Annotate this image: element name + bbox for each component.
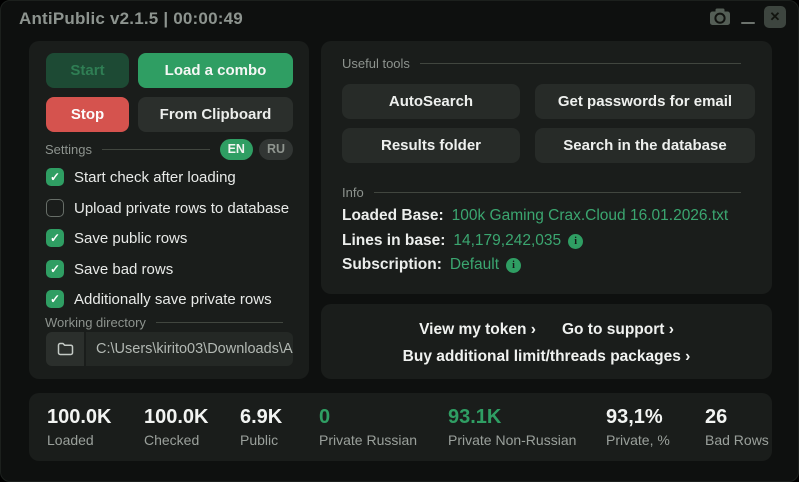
app-window: AntiPublic v2.1.5 | 00:00:49 ✕ Start Loa… [0, 0, 799, 482]
lines-in-base-label: Lines in base: [342, 232, 445, 250]
close-icon[interactable]: ✕ [764, 6, 786, 28]
checkbox-upload-private-rows[interactable]: Upload private rows to database [46, 197, 297, 219]
links-row: Buy additional limit/threads packages › [321, 348, 772, 366]
working-directory-header: Working directory [29, 313, 309, 331]
stat-loaded: 100.0K Loaded [47, 405, 112, 448]
divider [102, 149, 210, 150]
info-header: Info [321, 183, 772, 201]
links-row: View my token › Go to support › [321, 321, 772, 339]
divider [156, 322, 283, 323]
settings-label: Settings [45, 142, 92, 157]
stat-value: 26 [705, 405, 769, 429]
start-button[interactable]: Start [46, 53, 129, 88]
settings-header: Settings EN RU [29, 138, 309, 160]
stat-value: 93.1K [448, 405, 576, 429]
links-panel: View my token › Go to support › Buy addi… [321, 304, 772, 379]
stat-label: Private, % [606, 432, 670, 448]
stat-value: 6.9K [240, 405, 282, 429]
stat-label: Loaded [47, 432, 112, 448]
useful-tools-header: Useful tools [321, 54, 772, 72]
stat-public: 6.9K Public [240, 405, 282, 448]
results-folder-button[interactable]: Results folder [342, 128, 520, 163]
checkbox-save-public-rows[interactable]: ✓ Save public rows [46, 227, 297, 249]
stat-private-non-russian: 93.1K Private Non-Russian [448, 405, 576, 448]
loaded-base-row: Loaded Base: 100k Gaming Crax.Cloud 16.0… [342, 205, 756, 227]
lines-in-base-value: 14,179,242,035 [453, 232, 561, 250]
language-toggle-ru[interactable]: RU [259, 139, 293, 160]
subscription-label: Subscription: [342, 256, 442, 274]
search-database-button[interactable]: Search in the database [535, 128, 755, 163]
info-icon[interactable]: i [568, 234, 583, 249]
stat-value: 100.0K [47, 405, 112, 429]
from-clipboard-button[interactable]: From Clipboard [138, 97, 293, 132]
checkbox-icon[interactable]: ✓ [46, 168, 64, 186]
loaded-base-label: Loaded Base: [342, 207, 444, 225]
checkbox-icon[interactable] [46, 199, 64, 217]
stat-private-russian: 0 Private Russian [319, 405, 417, 448]
checkbox-label: Save public rows [74, 230, 187, 247]
stat-value: 0 [319, 405, 417, 429]
checkbox-save-bad-rows[interactable]: ✓ Save bad rows [46, 258, 297, 280]
working-directory-input[interactable]: C:\Users\kirito03\Downloads\An... [86, 332, 293, 366]
go-to-support-link[interactable]: Go to support › [562, 321, 674, 339]
get-passwords-button[interactable]: Get passwords for email [535, 84, 755, 119]
folder-browse-button[interactable] [46, 332, 84, 366]
folder-icon [57, 342, 74, 356]
loaded-base-value: 100k Gaming Crax.Cloud 16.01.2026.txt [452, 207, 729, 225]
stat-value: 100.0K [144, 405, 209, 429]
stat-checked: 100.0K Checked [144, 405, 209, 448]
control-panel: Start Load a combo Stop From Clipboard S… [29, 41, 309, 379]
minimize-icon[interactable] [741, 6, 755, 28]
stat-value: 93,1% [606, 405, 670, 429]
buy-packages-link[interactable]: Buy additional limit/threads packages › [403, 348, 691, 366]
stats-panel: 100.0K Loaded 100.0K Checked 6.9K Public… [29, 393, 772, 461]
autosearch-button[interactable]: AutoSearch [342, 84, 520, 119]
info-label: Info [342, 185, 364, 200]
stat-bad-rows: 26 Bad Rows [705, 405, 769, 448]
language-toggle-en[interactable]: EN [220, 139, 253, 160]
load-combo-button[interactable]: Load a combo [138, 53, 293, 88]
subscription-row: Subscription: Default i [342, 254, 756, 276]
stat-label: Bad Rows [705, 432, 769, 448]
divider [374, 192, 741, 193]
stat-label: Private Russian [319, 432, 417, 448]
divider [420, 63, 741, 64]
info-icon[interactable]: i [506, 258, 521, 273]
checkbox-additionally-save-private-rows[interactable]: ✓ Additionally save private rows [46, 288, 297, 310]
useful-tools-label: Useful tools [342, 56, 410, 71]
checkbox-icon[interactable]: ✓ [46, 290, 64, 308]
working-directory-label: Working directory [45, 315, 146, 330]
titlebar-controls: ✕ [708, 6, 786, 28]
view-my-token-link[interactable]: View my token › [419, 321, 536, 339]
titlebar: AntiPublic v2.1.5 | 00:00:49 ✕ [1, 1, 798, 35]
stat-label: Public [240, 432, 282, 448]
checkbox-icon[interactable]: ✓ [46, 260, 64, 278]
tools-info-panel: Useful tools AutoSearch Get passwords fo… [321, 41, 772, 294]
subscription-value: Default [450, 256, 499, 274]
checkbox-label: Save bad rows [74, 261, 173, 278]
stat-label: Private Non-Russian [448, 432, 576, 448]
lines-in-base-row: Lines in base: 14,179,242,035 i [342, 230, 756, 252]
checkbox-label: Additionally save private rows [74, 291, 272, 308]
checkbox-start-check-after-loading[interactable]: ✓ Start check after loading [46, 166, 297, 188]
checkbox-icon[interactable]: ✓ [46, 229, 64, 247]
working-directory-row: C:\Users\kirito03\Downloads\An... [46, 332, 293, 366]
stat-label: Checked [144, 432, 209, 448]
window-title: AntiPublic v2.1.5 | 00:00:49 [19, 9, 243, 29]
stat-private-percent: 93,1% Private, % [606, 405, 670, 448]
stop-button[interactable]: Stop [46, 97, 129, 132]
camera-icon[interactable] [708, 6, 732, 28]
checkbox-label: Upload private rows to database [74, 200, 289, 217]
checkbox-label: Start check after loading [74, 169, 236, 186]
